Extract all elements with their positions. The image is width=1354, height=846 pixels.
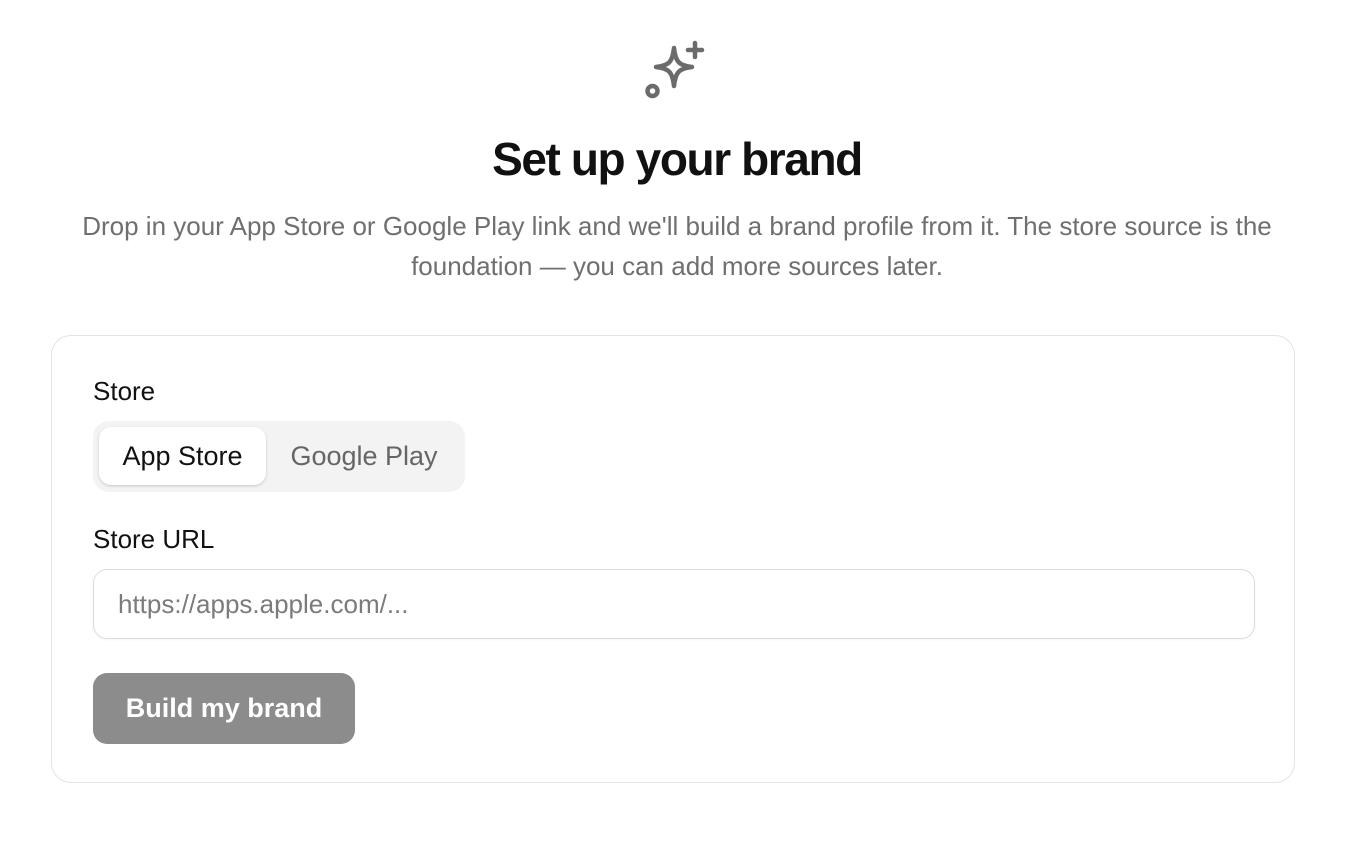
segment-app-store[interactable]: App Store	[99, 427, 266, 485]
store-url-label: Store URL	[93, 524, 215, 554]
setup-brand-page: Set up your brand Drop in your App Store…	[0, 0, 1354, 846]
segment-google-play[interactable]: Google Play	[269, 427, 459, 485]
store-label: Store	[93, 376, 156, 406]
build-my-brand-button[interactable]: Build my brand	[93, 673, 355, 744]
store-setup-card: Store App Store Google Play Store URL Bu…	[51, 335, 1295, 783]
page-subtitle: Drop in your App Store or Google Play li…	[82, 211, 1272, 281]
page-title: Set up your brand	[492, 133, 863, 185]
store-segmented-control: App Store Google Play	[93, 421, 465, 492]
store-url-input[interactable]	[93, 569, 1255, 639]
sparkles-icon	[645, 40, 705, 99]
